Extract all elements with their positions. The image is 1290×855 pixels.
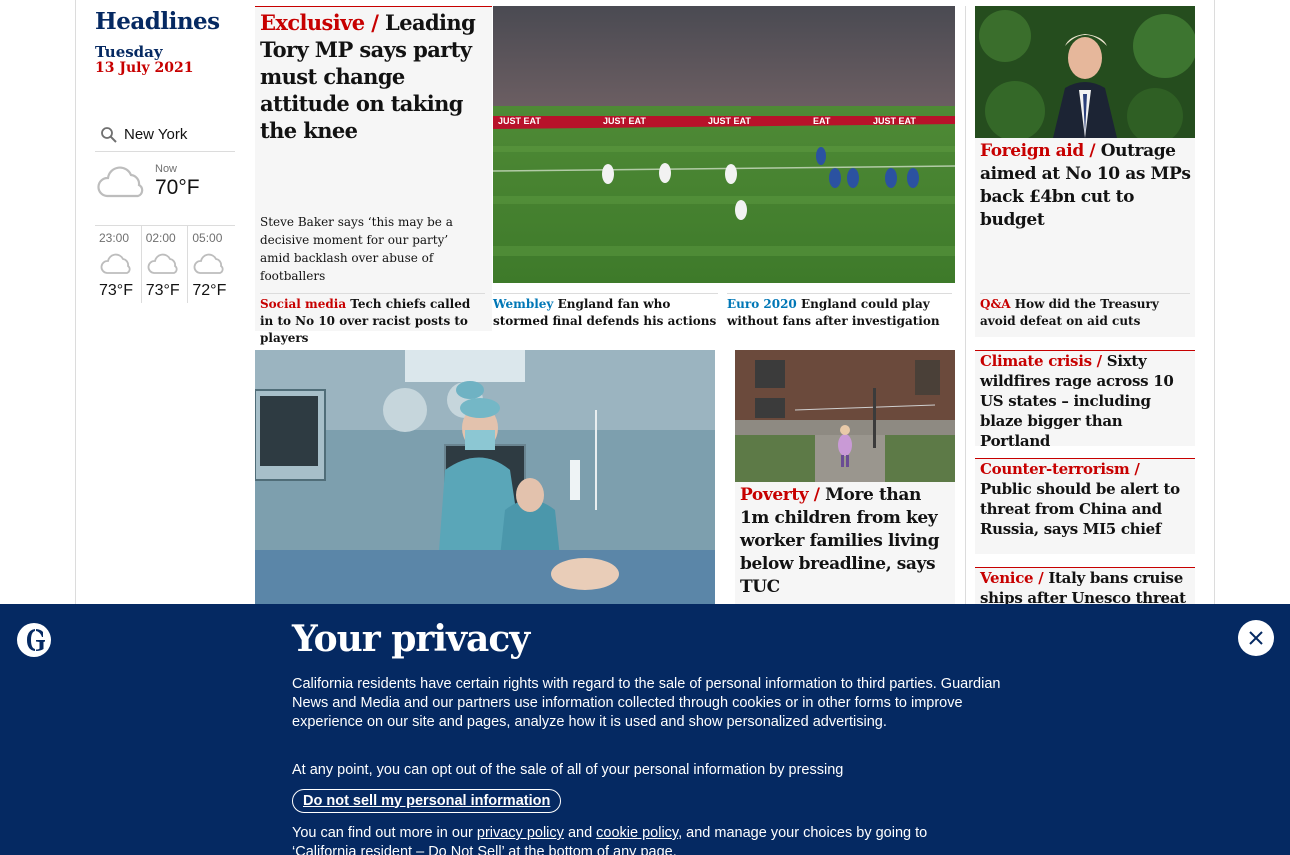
section-title: Headlines [95,8,220,35]
stadium-image: JUST EAT JUST EAT JUST EAT EAT JUST EAT [493,6,955,283]
sublink-social-media[interactable]: Social media Tech chiefs called in to No… [260,293,485,347]
venice-kicker: Venice / [980,569,1044,587]
privacy-title: Your privacy [292,618,530,660]
sublink-kicker: Euro 2020 [727,297,797,311]
weather-forecast: 23:00 73°F 02:00 73°F 05:00 72°F [95,225,235,303]
main-story-card[interactable]: Exclusive / Leading Tory MP says party m… [255,6,492,331]
main-headline[interactable]: Exclusive / Leading Tory MP says party m… [260,9,485,144]
forecast-item: 02:00 73°F [142,226,189,303]
privacy-text-3-start: You can find out more in our [292,825,473,841]
privacy-text-2: At any point, you can opt out of the sal… [292,762,844,778]
cookie-policy-link[interactable]: cookie policy [596,825,678,841]
ad-board-text: JUST EAT [498,116,541,126]
main-kicker: Exclusive / [260,10,379,35]
forecast-temp: 73°F [99,282,133,299]
weather-now-label: Now [155,163,178,175]
estate-image [735,350,955,482]
weather-now-temp: 70°F [155,176,200,199]
cloud-icon [97,166,144,198]
foreign-aid-card[interactable]: Foreign aid / Outrage aimed at No 10 as … [975,6,1195,337]
close-icon [1249,631,1263,645]
date-full: 13 July 2021 [95,60,194,76]
sublink-kicker: Social media [260,297,347,311]
date-day: Tuesday [95,43,163,61]
qa-sublink[interactable]: Q&A How did the Treasury avoid defeat on… [980,293,1190,330]
weather-location: New York [124,126,188,143]
weather-now: Now 70°F [95,160,235,220]
poverty-card[interactable]: Poverty / More than 1m children from key… [735,350,955,604]
privacy-policy-link[interactable]: privacy policy [477,825,564,841]
forecast-temp: 72°F [192,282,227,299]
ad-board-text: JUST EAT [708,116,751,126]
privacy-text-3-and: and [567,825,593,841]
ad-board-text: JUST EAT [873,116,916,126]
climate-crisis-kicker: Climate crisis / [980,352,1102,370]
guardian-logo-icon [17,623,51,657]
cloud-icon [100,253,131,274]
foreign-aid-kicker: Foreign aid / [980,141,1096,161]
search-icon [101,126,117,143]
forecast-item: 23:00 73°F [95,226,142,303]
counter-terrorism-headline[interactable]: Counter-terrorism / Public should be ale… [980,459,1190,539]
forecast-item: 05:00 72°F [188,226,235,303]
privacy-banner: Your privacy California residents have c… [0,604,1290,855]
ad-board-text: JUST EAT [603,116,646,126]
foreign-aid-headline[interactable]: Foreign aid / Outrage aimed at No 10 as … [980,140,1192,232]
climate-crisis-card[interactable]: Climate crisis / Sixty wildfires rage ac… [975,350,1195,450]
sublink-wembley[interactable]: Wembley England fan who stormed final de… [493,293,718,330]
poverty-headline[interactable]: Poverty / More than 1m children from key… [740,484,952,599]
forecast-time: 05:00 [192,231,223,245]
ad-board-text: EAT [813,116,831,126]
portrait-image [975,6,1195,138]
do-not-sell-button[interactable]: Do not sell my personal information [292,789,562,813]
cloud-icon [147,253,178,274]
foreign-aid-photo [975,6,1195,138]
venice-headline[interactable]: Venice / Italy bans cruise ships after U… [980,568,1190,604]
column-divider [965,6,966,606]
forecast-time: 23:00 [99,231,130,245]
counter-terrorism-kicker: Counter-terrorism / [980,460,1140,478]
forecast-time: 02:00 [145,231,176,245]
forecast-temp: 73°F [145,282,180,299]
sublink-euro-2020[interactable]: Euro 2020 England could play without fan… [727,293,952,330]
climate-crisis-headline[interactable]: Climate crisis / Sixty wildfires rage ac… [980,351,1190,451]
counter-terrorism-card[interactable]: Counter-terrorism / Public should be ale… [975,458,1195,554]
privacy-text-1: California residents have certain rights… [292,676,1001,730]
poverty-kicker: Poverty / [740,485,820,505]
venice-card[interactable]: Venice / Italy bans cruise ships after U… [975,567,1195,604]
counter-terrorism-headline-text: Public should be alert to threat from Ch… [980,480,1180,538]
main-story-photo[interactable]: JUST EAT JUST EAT JUST EAT EAT JUST EAT [493,6,955,283]
surgery-image [255,350,715,604]
surgery-story-photo[interactable] [255,350,715,604]
weather-location-field[interactable]: New York [95,118,235,152]
sublink-kicker: Wembley [493,297,554,311]
cloud-icon [193,253,224,274]
main-standfirst: Steve Baker says ‘this may be a decisive… [260,215,453,283]
privacy-text-3: You can find out more in our privacy pol… [292,824,992,855]
qa-kicker: Q&A [980,297,1011,311]
poverty-photo [735,350,955,482]
close-button[interactable] [1238,620,1274,656]
